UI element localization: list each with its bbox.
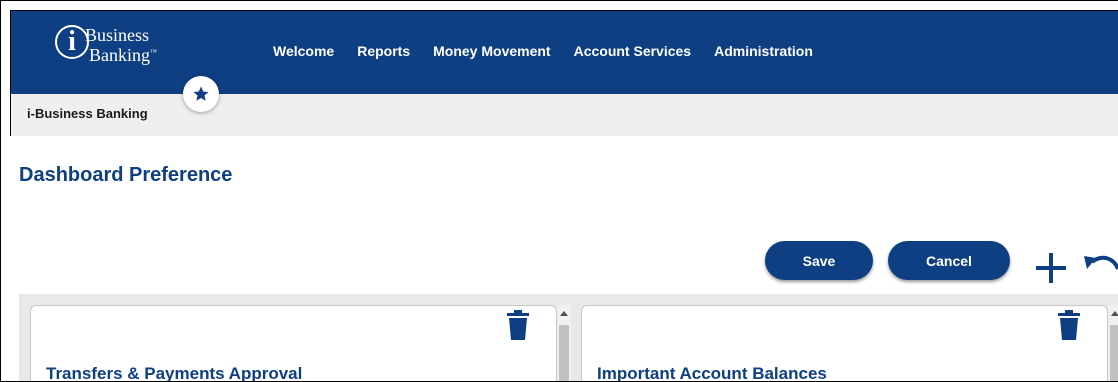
dashboard-widget-area: Transfers & Payments Approval Important … bbox=[19, 294, 1118, 382]
menu-item-account-services[interactable]: Account Services bbox=[574, 43, 692, 59]
logo-line-2: Banking™ bbox=[89, 45, 157, 65]
scroll-thumb[interactable] bbox=[559, 325, 569, 381]
save-button[interactable]: Save bbox=[765, 241, 873, 280]
scroll-thumb[interactable] bbox=[1110, 325, 1118, 381]
menu-item-welcome[interactable]: Welcome bbox=[273, 43, 334, 59]
logo-line-1: Business bbox=[85, 25, 150, 45]
widget-title: Transfers & Payments Approval bbox=[46, 364, 303, 382]
page-title: Dashboard Preference bbox=[19, 164, 233, 186]
breadcrumb-bar: i-Business Banking bbox=[10, 94, 1118, 136]
favorite-button[interactable] bbox=[183, 76, 219, 112]
widget-card-important-balances[interactable]: Important Account Balances bbox=[581, 305, 1108, 382]
widget-scrollbar[interactable] bbox=[557, 305, 571, 381]
trash-icon[interactable] bbox=[507, 310, 529, 340]
breadcrumb: i-Business Banking bbox=[27, 106, 148, 121]
menu-item-money-movement[interactable]: Money Movement bbox=[433, 43, 550, 59]
scroll-up-arrow-icon[interactable] bbox=[560, 311, 568, 316]
menu-item-administration[interactable]: Administration bbox=[714, 43, 813, 59]
main-menu: Welcome Reports Money Movement Account S… bbox=[273, 43, 836, 59]
app-frame: i Business Banking™ Welcome Reports Mone… bbox=[0, 0, 1118, 382]
star-icon bbox=[193, 86, 209, 101]
scroll-up-arrow-icon[interactable] bbox=[1111, 311, 1118, 316]
plus-icon[interactable] bbox=[1035, 252, 1067, 284]
undo-icon[interactable] bbox=[1082, 252, 1118, 280]
widget-title: Important Account Balances bbox=[597, 364, 827, 382]
logo-letter: i bbox=[55, 25, 89, 59]
menu-item-reports[interactable]: Reports bbox=[357, 43, 410, 59]
widget-scrollbar[interactable] bbox=[1108, 305, 1118, 381]
trash-icon[interactable] bbox=[1058, 310, 1080, 340]
widget-card-transfers-approval[interactable]: Transfers & Payments Approval bbox=[30, 305, 557, 382]
ibusiness-banking-logo[interactable]: i Business Banking™ bbox=[55, 23, 185, 79]
top-navigation-bar: i Business Banking™ Welcome Reports Mone… bbox=[10, 10, 1118, 94]
cancel-button[interactable]: Cancel bbox=[888, 241, 1010, 280]
